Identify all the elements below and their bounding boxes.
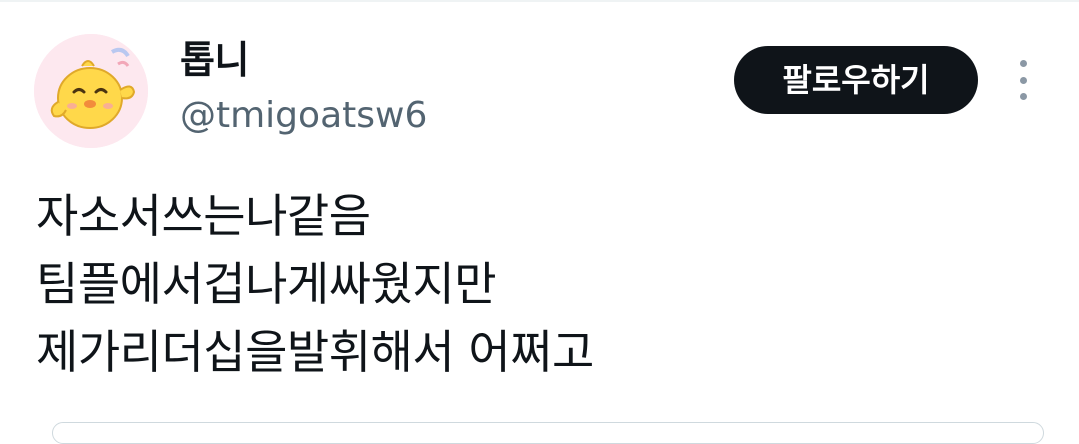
embedded-card-edge: [52, 422, 1044, 444]
tweet-line: 자소서쓰는나같음: [36, 189, 371, 243]
avatar[interactable]: [34, 34, 148, 148]
more-dot: [1019, 93, 1027, 100]
tweet-line: 팀플에서겁나게싸웠지만: [36, 257, 497, 311]
more-dot: [1019, 60, 1027, 67]
more-vertical-icon[interactable]: [1010, 60, 1036, 100]
more-dot: [1019, 76, 1027, 84]
top-divider: [0, 0, 1079, 2]
user-handle[interactable]: @tmigoatsw6: [180, 93, 427, 139]
tweet-text: 자소서쓰는나같음 팀플에서겁나게싸웠지만 제가리더십을발휘해서 어쩌고: [36, 182, 1036, 386]
follow-button[interactable]: 팔로우하기: [734, 46, 978, 114]
display-name[interactable]: 톱니: [180, 36, 249, 84]
yellow-chick-icon: [34, 34, 148, 148]
tweet-line: 제가리더십을발휘해서 어쩌고: [36, 325, 594, 379]
